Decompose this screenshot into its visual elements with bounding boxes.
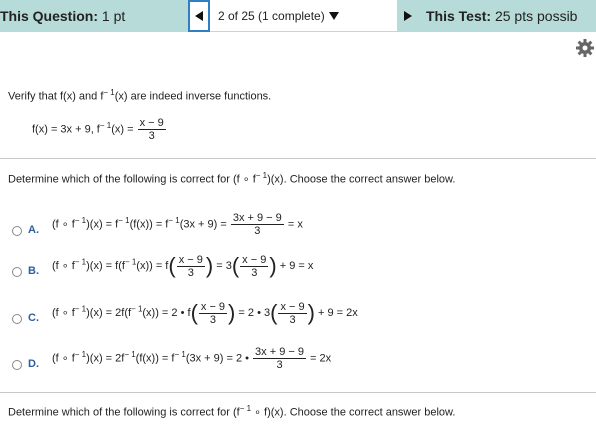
option-d-expression[interactable]: (f ∘ f− 1)(x) = 2f− 1(f(x)) = f− 1(3x + … bbox=[52, 346, 331, 371]
test-points-value: 25 pts possib bbox=[494, 8, 578, 24]
prompt-part: (x) are indeed inverse functions. bbox=[114, 90, 272, 103]
next-question-button[interactable] bbox=[397, 0, 419, 32]
option-b-expression[interactable]: (f ∘ f− 1)(x) = f(f− 1(x)) = f(x − 9 3) =… bbox=[52, 253, 313, 279]
option-a-expression[interactable]: (f ∘ f− 1)(x) = f− 1(f(x)) = f− 1(3x + 9… bbox=[52, 212, 303, 237]
def-part: f(x) = 3x + 9, f bbox=[32, 123, 100, 136]
numerator: x − 9 bbox=[137, 117, 166, 130]
denominator: 3 bbox=[148, 130, 155, 142]
superscript: − 1 bbox=[255, 171, 268, 180]
triangle-right-icon bbox=[404, 11, 412, 21]
question-progress: 2 of 25 (1 complete) bbox=[218, 8, 325, 23]
q-part: Determine which of the following is corr… bbox=[8, 173, 256, 186]
question-1-text: Determine which of the following is corr… bbox=[8, 171, 455, 186]
q-part: Determine which of the following is corr… bbox=[8, 406, 240, 419]
fraction: x − 93 bbox=[198, 300, 228, 326]
option-d-letter[interactable]: D. bbox=[28, 358, 39, 370]
fraction: x − 93 bbox=[176, 253, 205, 279]
gear-icon[interactable] bbox=[575, 38, 595, 58]
question-2-text: Determine which of the following is corr… bbox=[8, 404, 455, 419]
option-b-radio[interactable] bbox=[12, 267, 22, 277]
superscript: − 1 bbox=[103, 88, 115, 97]
option-a-letter[interactable]: A. bbox=[28, 224, 39, 236]
fraction: 3x + 9 − 93 bbox=[253, 346, 306, 371]
def-part: (x) = bbox=[111, 123, 137, 136]
test-points: This Test: 25 pts possib bbox=[426, 8, 577, 24]
question-points-value: 1 pt bbox=[101, 8, 126, 24]
fraction: x − 93 bbox=[278, 300, 307, 326]
question-label: This Question: bbox=[0, 8, 98, 24]
prompt-part: Verify that f(x) and f bbox=[8, 90, 104, 103]
prompt-text: Verify that f(x) and f− 1(x) are indeed … bbox=[8, 88, 271, 103]
divider bbox=[0, 392, 596, 393]
previous-question-button[interactable] bbox=[188, 0, 210, 32]
function-definitions: f(x) = 3x + 9, f− 1(x) = x − 93 bbox=[32, 117, 167, 142]
option-d-radio[interactable] bbox=[12, 360, 22, 370]
fraction: 3x + 9 − 93 bbox=[230, 212, 284, 237]
question-selector[interactable]: 2 of 25 (1 complete) bbox=[210, 0, 397, 32]
option-a-radio[interactable] bbox=[12, 226, 22, 236]
triangle-down-icon bbox=[328, 11, 339, 20]
superscript: − 1 bbox=[239, 404, 252, 413]
option-c-expression[interactable]: (f ∘ f− 1)(x) = 2f(f− 1(x)) = 2 • f(x − … bbox=[52, 300, 358, 326]
option-b-letter[interactable]: B. bbox=[28, 265, 39, 277]
superscript: − 1 bbox=[99, 120, 112, 130]
divider bbox=[0, 158, 596, 159]
q-part: ∘ f)(x). Choose the correct answer below… bbox=[251, 406, 456, 419]
fraction: x − 93 bbox=[240, 253, 269, 279]
fraction: x − 93 bbox=[137, 117, 166, 142]
q-part: )(x). Choose the correct answer below. bbox=[267, 173, 456, 186]
test-label: This Test: bbox=[426, 8, 492, 24]
option-c-letter[interactable]: C. bbox=[28, 312, 39, 324]
triangle-left-icon bbox=[195, 11, 203, 21]
option-c-radio[interactable] bbox=[12, 314, 22, 324]
question-points: This Question: 1 pt bbox=[0, 8, 125, 24]
